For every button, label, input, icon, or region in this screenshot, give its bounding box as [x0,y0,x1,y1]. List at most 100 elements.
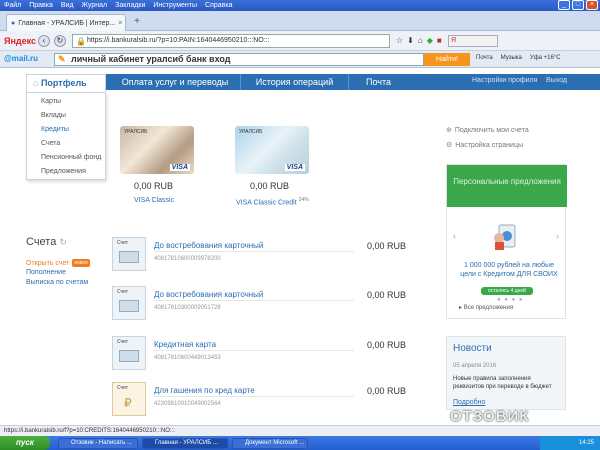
menu-help[interactable]: Справка [205,2,232,9]
tab-close-icon[interactable]: × [118,20,122,27]
page-settings-link[interactable]: ⚙ Настройка страницы [446,141,523,149]
menu-tools[interactable]: Инструменты [153,2,197,9]
account-balance: 0,00 RUB [366,386,406,396]
card-2-name[interactable]: VISA Classic Credit 24% [236,197,309,206]
taskbar-item[interactable]: Отзовик - Написать ... [58,438,138,449]
menu-item-offers[interactable]: Предложения [41,168,86,175]
weather-widget[interactable]: Уфа +16°C [530,55,561,61]
gear-icon: ⚙ [446,142,453,149]
accounts-title: Счета ↻ [26,236,67,248]
card-visa-classic[interactable]: УРАЛСИБ VISA [120,126,194,174]
account-icon-label: Счет [117,240,129,246]
tab-uralsib[interactable]: ● Главная - УРАЛСИБ | Интер... × [6,14,126,31]
chevron-left-icon[interactable]: ‹ [453,231,456,241]
connect-accounts-label: Подключить мои счета [454,127,529,134]
tab-title: Главная - УРАЛСИБ | Интер... [18,19,116,27]
menu-file[interactable]: Файл [4,2,21,9]
card-icon [119,300,139,312]
menu-edit[interactable]: Правка [29,2,53,9]
account-number: 42309810010049002564 [154,401,221,407]
card-icon [119,251,139,263]
nav-history[interactable]: История операций [240,74,348,90]
offer-text[interactable]: 1 000 000 рублей на любые цели с Кредито… [459,261,559,279]
account-name[interactable]: Кредитная карта [154,340,216,349]
news-text[interactable]: Новые правила заполнения реквизитов при … [453,375,563,391]
taskbar-item-active[interactable]: Главная - УРАЛСИБ ... [142,438,228,449]
carousel-dots[interactable]: ● ● ● ● [497,297,524,303]
find-button[interactable]: Найти! [424,53,470,66]
menu-bookmarks[interactable]: Закладки [115,2,145,9]
taskbar-item[interactable]: Документ Microsoft ... [232,438,308,449]
back-icon[interactable]: ‹ [38,35,50,47]
menu-item-pension[interactable]: Пенсионный фонд [41,154,101,161]
mailru-search-input[interactable]: ✎ личный кабинет уралсиб банк вход [54,53,424,66]
menu-item-deposits[interactable]: Вклады [41,112,66,119]
star-icon[interactable]: ☆ [396,36,403,45]
menu-history[interactable]: Журнал [82,2,108,9]
account-row: Счет ₽ Для гашения по кред карте 42309810… [112,382,410,428]
reload-icon[interactable]: ↻ [54,35,66,47]
nav-mail[interactable]: Почта [348,74,408,90]
offers-header: Персональные предложения [447,165,567,207]
status-bar: https://i.bankuralsib.ru/f?p=10:CREDITS:… [0,425,600,436]
news-more-link[interactable]: Подробно [453,399,485,406]
connect-accounts-link[interactable]: ⊕ Подключить мои счета [446,126,529,134]
divider [154,251,354,252]
tab-bar: ● Главная - УРАЛСИБ | Интер... × + [0,11,600,31]
profile-settings-link[interactable]: Настройки профиля [472,77,537,84]
account-name[interactable]: До востребования карточный [154,290,263,299]
open-account-link[interactable]: Открыть счет новое [26,259,91,267]
shield-icon[interactable]: ◆ [427,36,433,45]
all-offers-label: Все предложения [463,305,514,311]
offer-days-button[interactable]: остались 4 дней [481,287,533,295]
lock-icon: 🔒 [76,37,86,46]
yandex-logo[interactable]: Яндекс [4,36,36,46]
menu-item-cards[interactable]: Карты [41,98,61,105]
plus-circle-icon: ⊕ [446,127,452,134]
new-tab-icon[interactable]: + [130,16,144,29]
address-bar[interactable]: 🔒 https://i.bankuralsib.ru/?p=10:PAIN:16… [72,34,390,48]
news-title[interactable]: Новости [453,343,492,354]
refresh-icon[interactable]: ↻ [59,237,67,247]
nav-portfolio[interactable]: ⌂ Портфель [26,74,106,92]
bookmark-icon[interactable]: ■ [437,36,442,45]
card-1-name[interactable]: VISA Classic [134,197,174,204]
portfolio-dropdown: Карты Вклады Кредиты Счета Пенсионный фо… [26,92,106,180]
menu-item-accounts[interactable]: Счета [41,140,60,147]
chevron-right-icon[interactable]: › [556,231,559,241]
card-visa-classic-credit[interactable]: УРАЛСИБ VISA [235,126,309,174]
nav-payments[interactable]: Оплата услуг и переводы [110,74,240,90]
maximize-icon[interactable]: □ [572,0,584,10]
search-value: личный кабинет уралсиб банк вход [71,54,231,64]
home-icon[interactable]: ⌂ [418,36,423,45]
clock: 14:25 [578,440,594,446]
account-row: Счет До востребования карточный 40817810… [112,286,410,332]
otzovik-watermark: ОТЗОВИК [450,408,530,425]
close-icon[interactable]: × [586,0,598,10]
account-name[interactable]: До востребования карточный [154,241,263,250]
personal-offers: Персональные предложения ‹ › 1 000 000 р… [446,164,567,319]
news-date: 05 апреля 2016 [453,363,497,369]
new-badge: новое [72,259,91,267]
menu-view[interactable]: Вид [61,2,74,9]
minimize-icon[interactable]: _ [558,0,570,10]
account-number: 40817810600009978200 [154,256,221,262]
start-button[interactable]: пуск [0,436,50,450]
mailru-logo[interactable]: @mail.ru [4,54,38,63]
mailru-toolbar: @mail.ru ✎ личный кабинет уралсиб банк в… [0,51,600,68]
mailru-music-link[interactable]: Музыка [501,55,522,61]
account-icon: Счет [112,286,146,320]
download-icon[interactable]: ⬇ [407,36,414,45]
yandex-search-box[interactable]: Я [448,35,498,47]
ruble-icon: ₽ [124,396,132,410]
mailru-mail-link[interactable]: Почта [476,55,493,61]
logout-link[interactable]: Выход [546,77,567,84]
statement-link[interactable]: Выписка по счетам [26,279,88,286]
account-balance: 0,00 RUB [366,241,406,251]
account-name[interactable]: Для гашения по кред карте [154,386,255,395]
account-icon: Счет [112,237,146,271]
replenish-link[interactable]: Пополнение [26,269,66,276]
all-offers-link[interactable]: ▸ Все предложения [459,304,513,311]
account-number: 40817810600449013453 [154,355,221,361]
menu-item-credits[interactable]: Кредиты [41,126,69,133]
